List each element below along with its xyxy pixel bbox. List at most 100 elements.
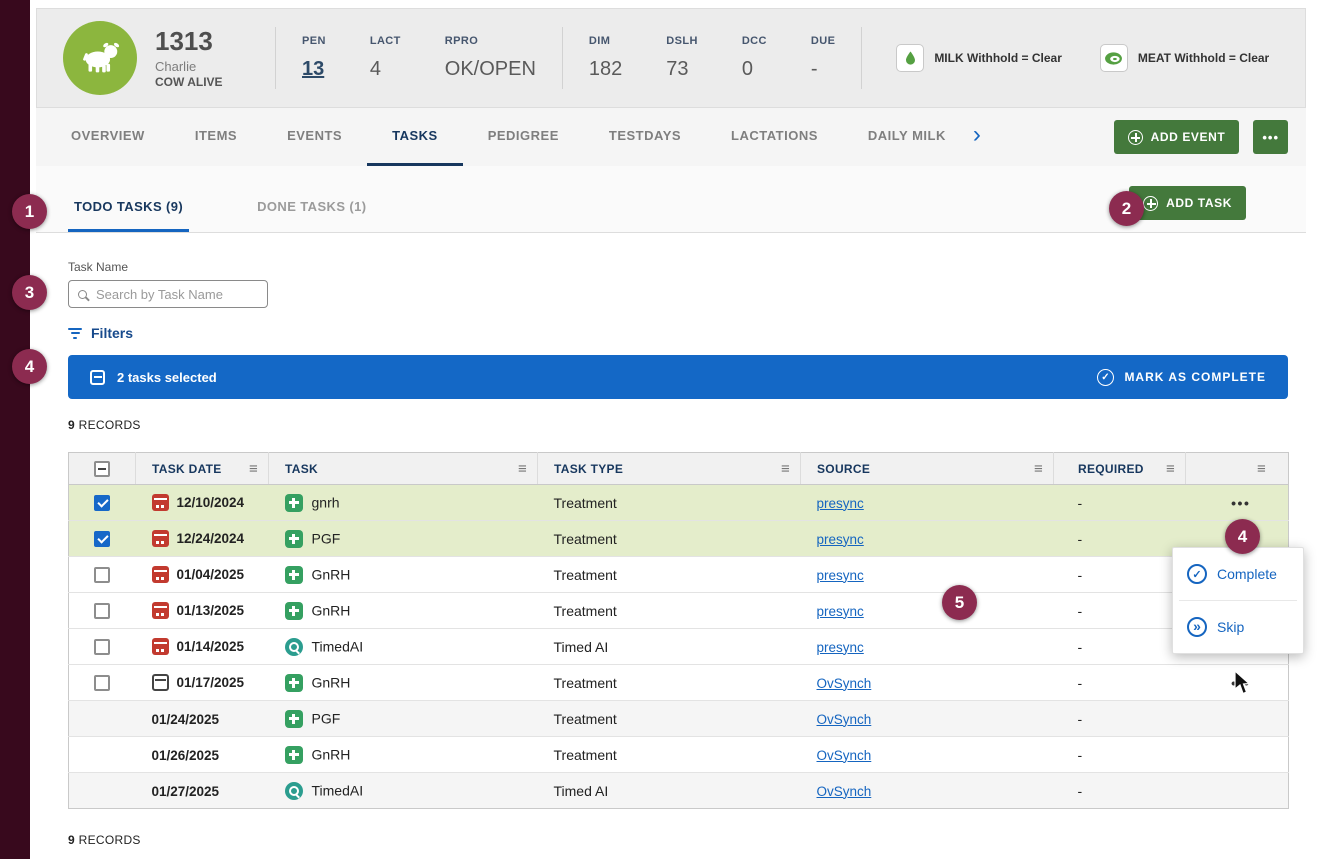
- task-date: 01/13/2025: [177, 603, 245, 618]
- task-row: 01/14/2025 TimedAI Timed AI presync - ••…: [69, 629, 1289, 665]
- mark-as-complete-button[interactable]: MARK AS COMPLETE: [1097, 369, 1266, 386]
- tab-pedigree[interactable]: PEDIGREE: [463, 108, 584, 166]
- context-menu-complete[interactable]: Complete: [1173, 548, 1303, 600]
- column-menu-icon[interactable]: ≡: [249, 460, 258, 477]
- col-source: SOURCE ≡: [801, 453, 1054, 485]
- col-required: REQUIRED ≡: [1054, 453, 1186, 485]
- cow-id: 1313: [155, 27, 267, 56]
- row-checkbox[interactable]: [94, 495, 110, 511]
- select-all-checkbox[interactable]: [94, 461, 110, 477]
- indeterminate-checkbox-icon[interactable]: [90, 370, 105, 385]
- calendar-icon: [152, 566, 169, 583]
- add-event-button[interactable]: ADD EVENT: [1114, 120, 1240, 154]
- stat-label: DUE: [811, 35, 835, 47]
- required-value: -: [1054, 593, 1186, 629]
- tab-lactations[interactable]: LACTATIONS: [706, 108, 843, 166]
- calendar-icon: [152, 530, 169, 547]
- tab-daily-milk[interactable]: DAILY MILK: [843, 108, 971, 166]
- add-event-label: ADD EVENT: [1151, 130, 1226, 144]
- task-date: 01/14/2025: [177, 639, 245, 654]
- filters-toggle[interactable]: Filters: [68, 325, 133, 341]
- column-menu-icon[interactable]: ≡: [1034, 460, 1043, 477]
- column-menu-icon[interactable]: ≡: [1166, 460, 1175, 477]
- meat-withhold-label: MEAT Withhold = Clear: [1138, 51, 1269, 65]
- tab-done-tasks[interactable]: DONE TASKS (1): [251, 199, 372, 232]
- chevron-right-icon[interactable]: ›: [973, 121, 981, 149]
- stat-label: DCC: [742, 35, 767, 47]
- divider: [275, 27, 276, 89]
- ellipsis-icon: •••: [1262, 130, 1279, 145]
- add-task-button[interactable]: ADD TASK: [1129, 186, 1246, 220]
- col-task-date: TASK DATE ≡: [136, 453, 269, 485]
- selection-bar: 2 tasks selected MARK AS COMPLETE: [68, 355, 1288, 399]
- task-type: Treatment: [538, 665, 801, 701]
- header-more-actions-button[interactable]: •••: [1253, 120, 1288, 154]
- divider: [861, 27, 862, 89]
- tab-tasks[interactable]: TASKS: [367, 108, 463, 166]
- stat-value: -: [811, 58, 835, 81]
- column-menu-icon[interactable]: ≡: [1257, 460, 1266, 477]
- context-menu-skip[interactable]: Skip: [1173, 601, 1303, 653]
- task-type: Treatment: [538, 701, 801, 737]
- task-name: gnrh: [312, 495, 340, 511]
- row-checkbox[interactable]: [94, 567, 110, 583]
- skip-label: Skip: [1217, 619, 1244, 635]
- source-link[interactable]: OvSynch: [817, 712, 872, 727]
- task-type-icon: [285, 746, 303, 764]
- source-link[interactable]: presync: [817, 604, 864, 619]
- source-link[interactable]: presync: [817, 496, 864, 511]
- tab-items[interactable]: ITEMS: [170, 108, 262, 166]
- task-date: 01/26/2025: [152, 747, 220, 762]
- page: 1313 Charlie COW ALIVE PEN13LACT4RPROOK/…: [30, 0, 1328, 859]
- stat-due: DUE -: [811, 35, 835, 81]
- tab-todo-tasks[interactable]: TODO TASKS (9): [68, 199, 189, 232]
- records-count-bottom: 9 RECORDS: [68, 833, 1288, 847]
- task-name: PGF: [312, 711, 341, 727]
- col-label: TASK: [285, 462, 318, 476]
- task-name: GnRH: [312, 675, 351, 691]
- stat-rpro: RPROOK/OPEN: [445, 35, 536, 81]
- cow-avatar: [63, 21, 137, 95]
- column-menu-icon[interactable]: ≡: [518, 460, 527, 477]
- tab-overview[interactable]: OVERVIEW: [46, 108, 170, 166]
- stat-value[interactable]: 13: [302, 58, 326, 81]
- source-link[interactable]: presync: [817, 532, 864, 547]
- plus-icon: [1143, 196, 1158, 211]
- stat-label: RPRO: [445, 35, 536, 47]
- task-row: 01/24/2025 PGF Treatment OvSynch -: [69, 701, 1289, 737]
- required-value: -: [1054, 485, 1186, 521]
- task-row: 12/10/2024 gnrh Treatment presync - •••: [69, 485, 1289, 521]
- task-type: Treatment: [538, 521, 801, 557]
- tab-events[interactable]: EVENTS: [262, 108, 367, 166]
- search-input[interactable]: [94, 286, 258, 303]
- task-name: GnRH: [312, 567, 351, 583]
- task-type: Timed AI: [538, 629, 801, 665]
- source-link[interactable]: OvSynch: [817, 748, 872, 763]
- column-menu-icon[interactable]: ≡: [781, 460, 790, 477]
- row-checkbox[interactable]: [94, 531, 110, 547]
- row-checkbox[interactable]: [94, 603, 110, 619]
- source-link[interactable]: presync: [817, 640, 864, 655]
- tab-bar: OVERVIEWITEMSEVENTSTASKSPEDIGREETESTDAYS…: [36, 108, 1306, 166]
- task-type: Treatment: [538, 557, 801, 593]
- row-actions-button[interactable]: •••: [1231, 495, 1250, 511]
- tab-testdays[interactable]: TESTDAYS: [584, 108, 706, 166]
- annotation-sidebar: [0, 0, 30, 859]
- tasks-table: TASK DATE ≡ TASK ≡ TASK TYPE ≡ SOURCE ≡: [68, 452, 1289, 809]
- stat-pen: PEN13: [302, 35, 326, 81]
- stat-label: DSLH: [666, 35, 698, 47]
- stat-value: 73: [666, 58, 698, 81]
- stats-primary: PEN13LACT4RPROOK/OPEN: [284, 35, 554, 81]
- row-checkbox[interactable]: [94, 675, 110, 691]
- task-row: 12/24/2024 PGF Treatment presync - •••: [69, 521, 1289, 557]
- task-name: PGF: [312, 531, 341, 547]
- stat-value: 0: [742, 58, 767, 81]
- source-link[interactable]: OvSynch: [817, 676, 872, 691]
- source-link[interactable]: presync: [817, 568, 864, 583]
- row-checkbox[interactable]: [94, 639, 110, 655]
- stat-dcc: DCC 0: [742, 35, 767, 81]
- source-link[interactable]: OvSynch: [817, 784, 872, 799]
- annotation-badge-1: 1: [12, 194, 47, 229]
- filters-label: Filters: [91, 325, 133, 341]
- milk-withhold: MILK Withhold = Clear: [896, 44, 1062, 72]
